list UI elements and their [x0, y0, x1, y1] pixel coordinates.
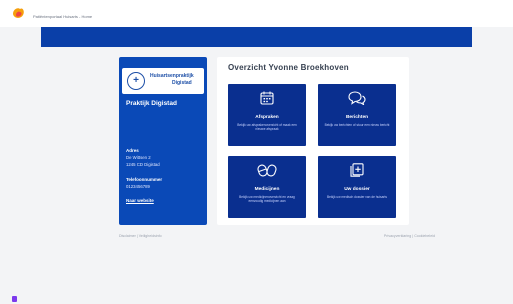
footer-left-links[interactable]: Disclaimer | Veiligheidsinfo — [119, 234, 162, 238]
user-icon: ⚲ — [466, 8, 471, 13]
app-logo-icon — [13, 8, 24, 18]
nav-title-label: Patiëntomgeving — [110, 8, 147, 13]
tile-description: Bekijk uw medicijnenoverzicht en vraag e… — [239, 195, 295, 203]
website-link[interactable]: Naar website — [126, 198, 154, 203]
tile-afspraken[interactable]: Afspraken Bekijk uw afsprakenoverzicht o… — [228, 84, 306, 146]
top-navbar — [41, 27, 472, 47]
tile-title: Berichten — [345, 115, 369, 120]
medical-cross-icon: + — [127, 72, 145, 90]
menu-label: Menu — [438, 8, 450, 13]
overview-title: Overzicht Yvonne Broekhoven — [228, 63, 349, 72]
tile-description: Bekijk uw afsprakenoverzicht of maak een… — [237, 123, 297, 131]
address-label: Adres — [126, 148, 139, 153]
practice-name: Praktijk Digistad — [126, 100, 177, 107]
menu-button[interactable]: ≡ Menu — [433, 8, 449, 14]
nav-title[interactable]: ⦾ Patiëntomgeving — [104, 8, 146, 14]
phone-value: 0123456789 — [126, 184, 150, 189]
taskbar-app-icon[interactable] — [12, 296, 17, 302]
nav-right: ≡ Menu Profiel ⚲ — [433, 8, 471, 14]
footer-right-links[interactable]: Privacyverklaring | Cookiebeleid — [384, 234, 435, 238]
tile-title: Uw dossier — [344, 187, 370, 192]
phone-label: Telefoonnummer — [126, 177, 163, 182]
hamburger-icon: ≡ — [433, 8, 437, 14]
tile-description: Bekijk uw medisch dossier van de huisart… — [327, 195, 387, 199]
tile-description: Bekijk uw berichten of stuur een nieuw b… — [324, 123, 390, 127]
practice-logo: + Huisartsenpraktijk Digistad — [122, 68, 204, 94]
tile-medicijnen[interactable]: Medicijnen Bekijk uw medicijnenoverzicht… — [228, 156, 306, 218]
logo-line-2: Digistad — [172, 80, 192, 86]
chat-icon — [348, 91, 366, 105]
calendar-icon — [260, 91, 274, 105]
address-line-2: 1245 CD Digistad — [126, 162, 160, 167]
logo-line-1: Huisartsenpraktijk — [150, 73, 194, 79]
tile-berichten[interactable]: Berichten Bekijk uw berichten of stuur e… — [318, 84, 396, 146]
address-line-1: De Wittsen 2 — [126, 155, 151, 160]
tile-title: Afspraken — [255, 115, 279, 120]
portal-icon: ⦾ — [104, 8, 109, 14]
profiel-label: Profiel — [453, 8, 467, 13]
app-title: Patiëntenportaal Huisarts - Home — [33, 14, 93, 19]
tile-title: Medicijnen — [254, 187, 280, 192]
document-icon — [350, 163, 364, 177]
pills-icon — [257, 164, 277, 177]
tile-uw-dossier[interactable]: Uw dossier Bekijk uw medisch dossier van… — [318, 156, 396, 218]
profiel-button[interactable]: Profiel ⚲ — [454, 8, 471, 14]
